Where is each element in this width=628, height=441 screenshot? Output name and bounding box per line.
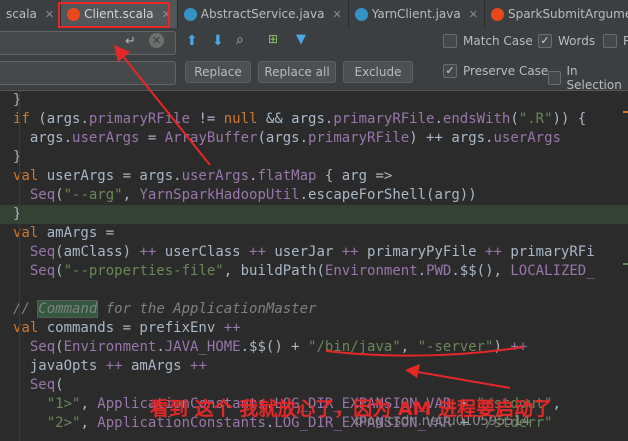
annotation-arrow — [121, 54, 211, 166]
annotation-arrowhead — [114, 45, 130, 62]
tab-highlight-box — [58, 2, 170, 28]
underline-annotation — [325, 346, 525, 357]
caption-text: 看到 这个 我就放心了，因为 AM 进程要启动了 — [150, 398, 553, 420]
annotation-caption: 看到 这个 我就放心了，因为 AM 进程要启动了 — [150, 394, 600, 434]
annotation-overlay — [58, 2, 525, 389]
annotation-arrow — [417, 371, 511, 389]
annotation-arrowhead — [405, 364, 420, 378]
